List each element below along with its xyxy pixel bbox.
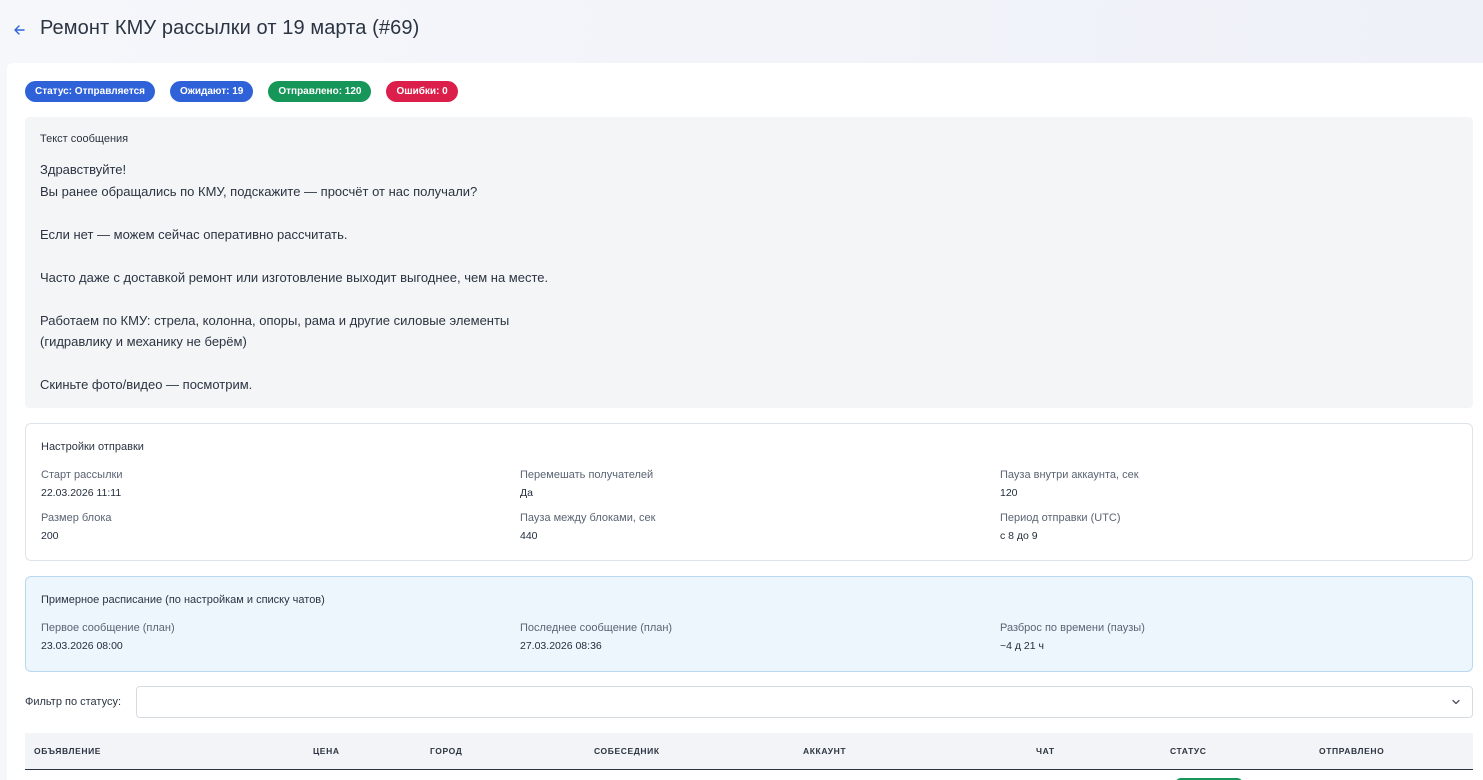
chevron-down-icon bbox=[1452, 699, 1460, 705]
column-header-sent[interactable]: Отправлено bbox=[1319, 746, 1384, 756]
field-label: Старт рассылки bbox=[41, 469, 123, 481]
status-filter-select[interactable] bbox=[136, 686, 1473, 718]
field-label: Размер блока bbox=[41, 512, 112, 524]
column-header-chat[interactable]: Чат bbox=[1036, 746, 1055, 756]
setting-start: Старт рассылки 22.03.2026 11:11 bbox=[41, 469, 122, 499]
schedule-panel: Примерное расписание (по настройкам и сп… bbox=[25, 576, 1473, 672]
message-line bbox=[40, 202, 548, 224]
schedule-first: Первое сообщение (план) 23.03.2026 08:00 bbox=[41, 622, 175, 652]
field-value: 120 bbox=[1000, 487, 1018, 499]
back-button[interactable] bbox=[10, 20, 28, 40]
page-header: Ремонт КМУ рассылки от 19 марта (#69) bbox=[0, 0, 1483, 62]
message-line bbox=[40, 245, 548, 267]
schedule-last: Последнее сообщение (план) 27.03.2026 08… bbox=[520, 622, 672, 652]
pending-badge: Ожидают: 19 bbox=[170, 81, 254, 102]
schedule-spread: Разброс по времени (паузы) ~4 д 21 ч bbox=[1000, 622, 1145, 652]
status-badges: Статус: Отправляется Ожидают: 19 Отправл… bbox=[25, 81, 473, 102]
field-label: Перемешать получателей bbox=[520, 469, 654, 481]
arrow-left-icon bbox=[13, 25, 25, 35]
column-header-contact[interactable]: Собеседник bbox=[594, 746, 660, 756]
field-value: 200 bbox=[41, 530, 59, 542]
errors-badge: Ошибки: 0 bbox=[386, 81, 458, 102]
message-line bbox=[40, 353, 548, 375]
field-value: 440 bbox=[520, 530, 538, 542]
column-header-listing[interactable]: Объявление bbox=[34, 746, 101, 756]
setting-shuffle: Перемешать получателей Да bbox=[520, 469, 653, 499]
status-filter-label: Фильтр по статусу: bbox=[25, 696, 122, 708]
setting-block-size: Размер блока 200 bbox=[41, 512, 112, 542]
field-label: Пауза внутри аккаунта, сек bbox=[1000, 469, 1139, 481]
field-value: Да bbox=[520, 487, 533, 499]
column-header-city[interactable]: Город bbox=[430, 746, 462, 756]
status-badge: Статус: Отправляется bbox=[25, 81, 155, 102]
field-label: Разброс по времени (паузы) bbox=[1000, 622, 1145, 634]
field-label: Последнее сообщение (план) bbox=[520, 622, 673, 634]
column-header-status[interactable]: Статус bbox=[1170, 746, 1207, 756]
message-line: Если нет — можем сейчас оперативно рассч… bbox=[40, 226, 348, 242]
setting-block-pause: Пауза между блоками, сек 440 bbox=[520, 512, 655, 542]
field-value: 23.03.2026 08:00 bbox=[41, 640, 123, 652]
schedule-title: Примерное расписание (по настройкам и сп… bbox=[41, 594, 325, 606]
sent-badge: Отправлено: 120 bbox=[268, 81, 372, 102]
setting-account-pause: Пауза внутри аккаунта, сек 120 bbox=[1000, 469, 1139, 499]
field-value: с 8 до 9 bbox=[1000, 530, 1038, 542]
setting-send-period: Период отправки (UTC) с 8 до 9 bbox=[1000, 512, 1121, 542]
send-settings-panel: Настройки отправки Старт рассылки 22.03.… bbox=[25, 423, 1473, 561]
message-line: Работаем по КМУ: стрела, колонна, опоры,… bbox=[40, 312, 510, 328]
message-line bbox=[40, 288, 548, 310]
settings-title: Настройки отправки bbox=[41, 441, 144, 453]
column-header-account[interactable]: Аккаунт bbox=[803, 746, 846, 756]
field-value: ~4 д 21 ч bbox=[1000, 640, 1044, 652]
table-header: Объявление Цена Город Собеседник Аккаунт… bbox=[25, 733, 1473, 770]
field-label: Период отправки (UTC) bbox=[1000, 512, 1121, 524]
field-label: Пауза между блоками, сек bbox=[520, 512, 656, 524]
message-line: Часто даже с доставкой ремонт или изгото… bbox=[40, 269, 549, 285]
field-value: 22.03.2026 11:11 bbox=[41, 487, 122, 499]
column-header-price[interactable]: Цена bbox=[313, 746, 340, 756]
message-line: Вы ранее обращались по КМУ, подскажите —… bbox=[40, 183, 478, 199]
message-text: Здравствуйте! Вы ранее обращались по КМУ… bbox=[40, 159, 548, 396]
broadcast-card: Статус: Отправляется Ожидают: 19 Отправл… bbox=[7, 63, 1483, 780]
page-title: Ремонт КМУ рассылки от 19 марта (#69) bbox=[40, 17, 420, 39]
message-label: Текст сообщения bbox=[40, 133, 129, 145]
message-line: Скиньте фото/видео — посмотрим. bbox=[40, 377, 253, 392]
field-value: 27.03.2026 08:36 bbox=[520, 640, 602, 652]
message-line: (гидравлику и механику не берём) bbox=[40, 334, 247, 349]
message-box: Текст сообщения Здравствуйте! Вы ранее о… bbox=[25, 117, 1473, 408]
field-label: Первое сообщение (план) bbox=[41, 622, 175, 634]
message-line: Здравствуйте! bbox=[40, 162, 127, 177]
